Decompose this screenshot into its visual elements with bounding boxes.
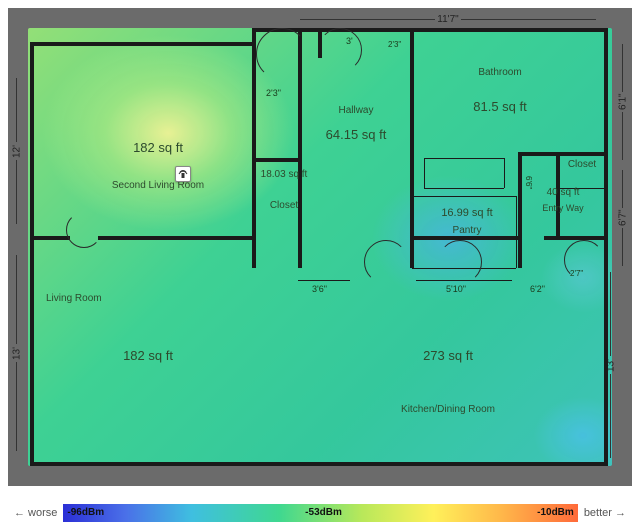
room-second-living: 182 sq ft Second Living Room [78,140,238,192]
dim-hallway: 2'3" [266,88,281,98]
dim-left-upper: 12' [10,76,24,226]
room-closet2: Closet [562,158,602,171]
legend-mid: -53dBm [305,507,342,518]
legend-gradient: -96dBm -53dBm -10dBm [63,504,577,522]
floorplan-overlay: 11'7" 3' 2'3" 6'1" 6'7" 12' 13' 13' 2'3" [8,8,632,486]
floorplan-canvas[interactable]: 11'7" 3' 2'3" 6'1" 6'7" 12' 13' 13' 2'3" [8,8,632,486]
room-kitchen: 273 sq ft Kitchen/Dining Room [378,348,518,416]
room-living: Living Room [46,292,126,305]
dim-entry2: 6'2" [530,284,545,294]
room-pantry: 16.99 sq ft Pantry [422,206,512,237]
legend-min: -96dBm [67,507,104,518]
dim-closet-h: 6'6" [524,176,533,189]
dim-left-lower: 13' [10,253,24,453]
legend-better: better → [578,507,632,519]
access-point-icon[interactable] [175,166,191,182]
signal-legend: ← worse -96dBm -53dBm -10dBm better → [8,502,632,524]
room-living-area: 182 sq ft [88,348,208,369]
legend-max: -10dBm [537,507,574,518]
room-hallway: Hallway 64.15 sq ft [306,104,406,148]
legend-worse: ← worse [8,507,63,519]
dim-entry1: 5'10" [446,284,466,294]
dim-pantry-below: 3'6" [312,284,327,294]
room-bath: Bathroom 81.5 sq ft [440,66,560,120]
dim-right-lower: 6'7" [616,168,630,268]
room-entry: 40 sq ft Entry Way [528,186,598,215]
dim-right-upper: 6'1" [616,42,630,162]
dim-top-small2: 2'3" [388,40,401,49]
room-closet1: 18.03 sq ft Closet [254,168,314,212]
dim-top: 11'7" [298,12,598,26]
